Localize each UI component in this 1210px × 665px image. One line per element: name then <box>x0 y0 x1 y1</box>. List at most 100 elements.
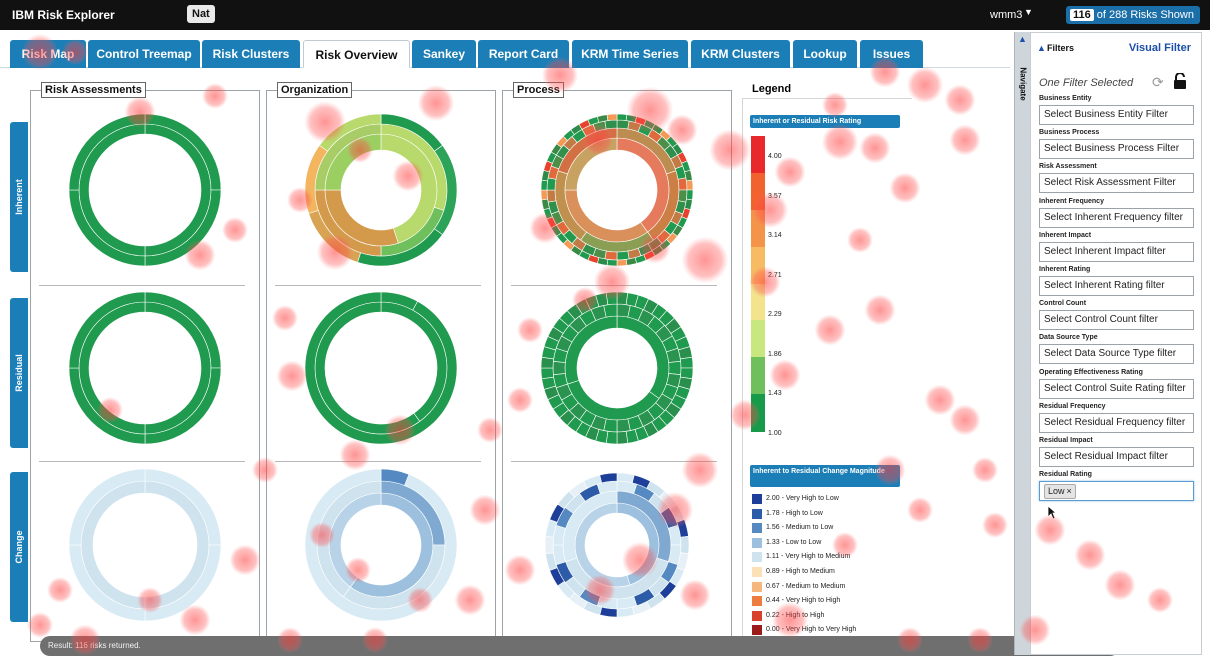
filter-input[interactable]: Select Residual Impact filter <box>1039 447 1194 467</box>
tab-risk-map[interactable]: Risk Map <box>10 40 86 68</box>
rating-scale-swatch <box>751 246 765 284</box>
tab-issues[interactable]: Issues <box>860 40 923 68</box>
navigate-label: Navigate <box>1018 67 1028 101</box>
filters-panel: ▲ Filters Visual Filter One Filter Selec… <box>1030 32 1202 655</box>
change-scale-swatch <box>752 508 762 519</box>
heatmap-spot <box>949 404 981 436</box>
risk-explorer-app: IBM Risk Explorer Nat wmm3 ▼ 116 of 288 R… <box>0 0 1210 665</box>
tab-krm-time-series[interactable]: KRM Time Series <box>572 40 688 68</box>
change-scale-label: 1.33 - Low to Low <box>766 538 822 546</box>
user-badge[interactable]: Nat <box>187 5 215 23</box>
change-scale-label: 0.00 - Very High to Very High <box>766 626 857 634</box>
tab-control-treemap[interactable]: Control Treemap <box>88 40 200 68</box>
caret-up-icon[interactable]: ▲ <box>1037 43 1046 53</box>
panel-title-organization: Organization <box>277 82 353 98</box>
change-scale-label: 0.89 - High to Medium <box>766 568 835 575</box>
top-bar: IBM Risk Explorer Nat wmm3 ▼ 116 of 288 R… <box>0 0 1210 30</box>
tab-lookup[interactable]: Lookup <box>793 40 857 68</box>
filter-label: Business Entity <box>1039 95 1092 102</box>
filter-label: Risk Assessment <box>1039 163 1097 171</box>
row-label-residual: Residual <box>10 298 28 448</box>
risks-shown-badge: 116 of 288 Risks Shown <box>1066 6 1200 24</box>
filter-input[interactable]: Low × <box>1039 481 1194 502</box>
tab-risk-clusters[interactable]: Risk Clusters <box>202 40 300 68</box>
panel-process: Process <box>502 82 732 642</box>
tab-risk-overview[interactable]: Risk Overview <box>303 40 410 68</box>
rating-scale-swatch <box>751 320 765 358</box>
rating-scale-swatch <box>751 136 765 174</box>
rating-scale-label: 4.00 <box>768 153 782 160</box>
change-scale-swatch <box>752 625 762 636</box>
remove-chip-icon[interactable]: × <box>1067 486 1072 496</box>
caret-down-icon[interactable]: ▼ <box>1024 7 1033 17</box>
rating-scale-label: 1.86 <box>768 350 782 358</box>
change-scale-swatch <box>752 552 762 563</box>
change-scale-label: 1.78 - High to Low <box>766 509 823 517</box>
filter-chip[interactable]: Low × <box>1044 484 1076 500</box>
tab-krm-clusters[interactable]: KRM Clusters <box>691 40 790 68</box>
filter-input[interactable]: Select Inherent Impact filter <box>1039 241 1194 262</box>
workspace-selector[interactable]: wmm3 <box>990 9 1022 21</box>
legend-rating-header: Inherent or Residual Risk Rating <box>750 115 900 128</box>
change-scale-label: 0.67 - Medium to Medium <box>766 582 846 590</box>
filter-input[interactable]: Select Control Suite Rating filter <box>1039 378 1194 399</box>
filter-label: Inherent Rating <box>1039 266 1091 273</box>
rating-scale-swatch <box>751 172 765 211</box>
visual-filter-link[interactable]: Visual Filter <box>1129 42 1191 54</box>
risks-shown-text: of 288 Risks Shown <box>1096 9 1194 21</box>
tab-sankey[interactable]: Sankey <box>412 40 476 68</box>
panel-title-risk-assessments: Risk Assessments <box>41 82 146 98</box>
heatmap-spot <box>949 124 981 156</box>
change-scale-label: 1.11 - Very High to Medium <box>766 553 851 561</box>
change-scale-label: 0.44 - Very High to High <box>766 597 841 605</box>
panel-organization: Organization <box>266 82 496 642</box>
heatmap-spot <box>972 457 998 483</box>
legend-frame <box>742 98 912 642</box>
change-scale-label: 0.22 - High to High <box>766 611 825 619</box>
rating-scale-label: 1.43 <box>768 390 782 397</box>
refresh-icon[interactable]: ⟳ <box>1152 74 1164 91</box>
filter-label: Inherent Impact <box>1039 231 1092 239</box>
filters-selected-count: One Filter Selected <box>1039 77 1134 89</box>
panel-title-process: Process <box>513 82 564 98</box>
legend-title: Legend <box>752 83 792 95</box>
heatmap-spot <box>944 84 976 116</box>
tab-report-card[interactable]: Report Card <box>478 40 569 68</box>
rating-scale-label: 2.29 <box>768 311 782 318</box>
rating-scale-label: 1.00 <box>768 429 782 437</box>
change-scale-swatch <box>752 494 762 504</box>
row-divider <box>511 285 717 286</box>
change-scale-label: 2.00 - Very High to Low <box>766 495 839 502</box>
filter-input[interactable]: Select Control Count filter <box>1039 310 1194 331</box>
row-divider <box>39 461 245 462</box>
filter-label: Control Count <box>1039 300 1087 308</box>
filters-header[interactable]: Filters <box>1047 43 1074 53</box>
filter-input[interactable]: Select Inherent Frequency filter <box>1039 207 1194 228</box>
mouse-cursor-icon <box>1047 505 1057 520</box>
row-divider <box>275 461 481 462</box>
filter-input[interactable]: Select Risk Assessment Filter <box>1039 173 1194 194</box>
filter-label: Business Process <box>1039 129 1100 137</box>
unlock-icon[interactable] <box>1173 73 1187 89</box>
result-status-bar: Result: 116 risks returned. <box>40 636 1120 656</box>
filter-input[interactable]: Select Business Process Filter <box>1039 139 1194 160</box>
rating-scale-swatch <box>751 394 765 432</box>
caret-up-icon[interactable]: ▲ <box>1018 34 1027 44</box>
filter-input[interactable]: Select Residual Frequency filter <box>1039 412 1194 433</box>
change-scale-swatch <box>752 596 762 607</box>
row-label-inherent: Inherent <box>10 122 28 272</box>
row-divider <box>511 461 717 462</box>
filter-label: Residual Impact <box>1039 437 1093 444</box>
filter-input[interactable]: Select Inherent Rating filter <box>1039 276 1194 296</box>
change-scale-swatch <box>752 523 762 534</box>
app-title: IBM Risk Explorer <box>12 8 115 22</box>
filter-input[interactable]: Select Data Source Type filter <box>1039 344 1194 365</box>
tab-bar: Risk Map Control Treemap Risk Clusters R… <box>0 38 1010 68</box>
rating-scale-label: 3.14 <box>768 232 782 239</box>
row-divider <box>39 285 245 286</box>
navigate-toggle[interactable]: ▲ Navigate <box>1014 32 1030 655</box>
filter-input[interactable]: Select Business Entity Filter <box>1039 105 1194 125</box>
change-scale-swatch <box>752 610 762 621</box>
rating-scale-swatch <box>751 209 765 248</box>
change-scale-swatch <box>752 567 762 577</box>
